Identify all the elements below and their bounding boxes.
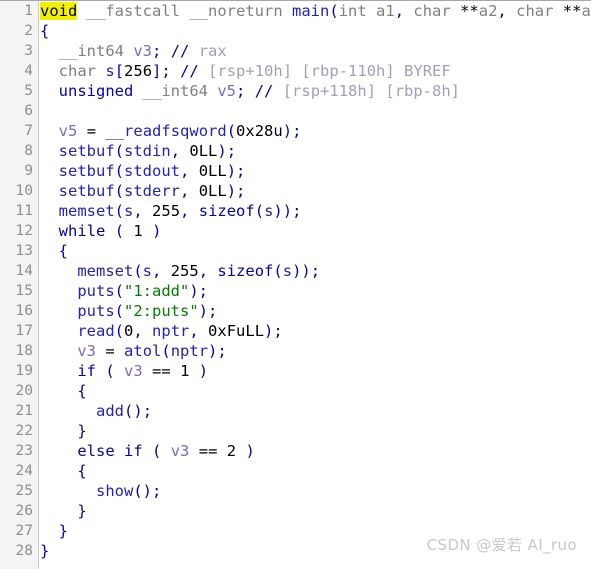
code-line[interactable]: } bbox=[40, 501, 591, 521]
line-number: 27 bbox=[15, 523, 33, 539]
line-number: 26 bbox=[15, 503, 33, 519]
line-number: 18 bbox=[15, 343, 33, 359]
code-line[interactable]: void __fastcall __noreturn main(int a1, … bbox=[40, 1, 591, 21]
code-line[interactable]: unsigned __int64 v5; // [rsp+118h] [rbp-… bbox=[40, 81, 591, 101]
code-line[interactable]: { bbox=[40, 461, 591, 481]
code-line[interactable]: __int64 v3; // rax bbox=[40, 41, 591, 61]
code-line[interactable]: show(); bbox=[40, 481, 591, 501]
code-line[interactable] bbox=[40, 101, 591, 121]
code-line[interactable]: memset(s, 255, sizeof(s)); bbox=[40, 261, 591, 281]
line-number: 25 bbox=[15, 483, 33, 499]
pseudocode-editor[interactable]: 1 2 3 4 5 6 7 8 9 10 11 12 13 14 15 16 1… bbox=[0, 0, 591, 569]
line-number: 1 bbox=[24, 3, 33, 19]
code-line[interactable]: setbuf(stderr, 0LL); bbox=[40, 181, 591, 201]
line-number: 20 bbox=[15, 383, 33, 399]
line-number: 23 bbox=[15, 443, 33, 459]
line-number: 4 bbox=[24, 63, 33, 79]
line-number: 14 bbox=[15, 263, 33, 279]
line-number: 17 bbox=[15, 323, 33, 339]
code-line[interactable]: { bbox=[40, 241, 591, 261]
code-line[interactable]: } bbox=[40, 421, 591, 441]
code-line[interactable]: memset(s, 255, sizeof(s)); bbox=[40, 201, 591, 221]
code-line[interactable]: { bbox=[40, 21, 591, 41]
code-line[interactable]: read(0, nptr, 0xFuLL); bbox=[40, 321, 591, 341]
line-number: 13 bbox=[15, 243, 33, 259]
code-line[interactable]: puts("1:add"); bbox=[40, 281, 591, 301]
line-number: 12 bbox=[15, 223, 33, 239]
code-line[interactable]: setbuf(stdin, 0LL); bbox=[40, 141, 591, 161]
line-number: 10 bbox=[15, 183, 33, 199]
code-line[interactable]: while ( 1 ) bbox=[40, 221, 591, 241]
line-number: 8 bbox=[24, 143, 33, 159]
code-line[interactable]: puts("2:puts"); bbox=[40, 301, 591, 321]
code-line[interactable]: setbuf(stdout, 0LL); bbox=[40, 161, 591, 181]
code-line[interactable]: v5 = __readfsqword(0x28u); bbox=[40, 121, 591, 141]
line-number: 2 bbox=[24, 23, 33, 39]
line-number: 22 bbox=[15, 423, 33, 439]
line-number: 5 bbox=[24, 83, 33, 99]
code-line[interactable]: if ( v3 == 1 ) bbox=[40, 361, 591, 381]
code-line[interactable]: else if ( v3 == 2 ) bbox=[40, 441, 591, 461]
code-line[interactable]: add(); bbox=[40, 401, 591, 421]
line-number: 19 bbox=[15, 363, 33, 379]
line-number: 15 bbox=[15, 283, 33, 299]
line-number-gutter: 1 2 3 4 5 6 7 8 9 10 11 12 13 14 15 16 1… bbox=[0, 1, 39, 569]
line-number: 6 bbox=[24, 103, 33, 119]
line-number: 24 bbox=[15, 463, 33, 479]
line-number: 16 bbox=[15, 303, 33, 319]
line-number: 3 bbox=[24, 43, 33, 59]
line-number: 21 bbox=[15, 403, 33, 419]
code-line[interactable]: v3 = atol(nptr); bbox=[40, 341, 591, 361]
code-lines-container[interactable]: void __fastcall __noreturn main(int a1, … bbox=[40, 1, 591, 569]
line-number: 7 bbox=[24, 123, 33, 139]
line-number: 28 bbox=[15, 543, 33, 559]
line-number: 9 bbox=[24, 163, 33, 179]
line-number: 11 bbox=[15, 203, 33, 219]
code-line[interactable]: { bbox=[40, 381, 591, 401]
code-line[interactable]: char s[256]; // [rsp+10h] [rbp-110h] BYR… bbox=[40, 61, 591, 81]
watermark: CSDN @爱若 AI_ruo bbox=[426, 536, 577, 554]
